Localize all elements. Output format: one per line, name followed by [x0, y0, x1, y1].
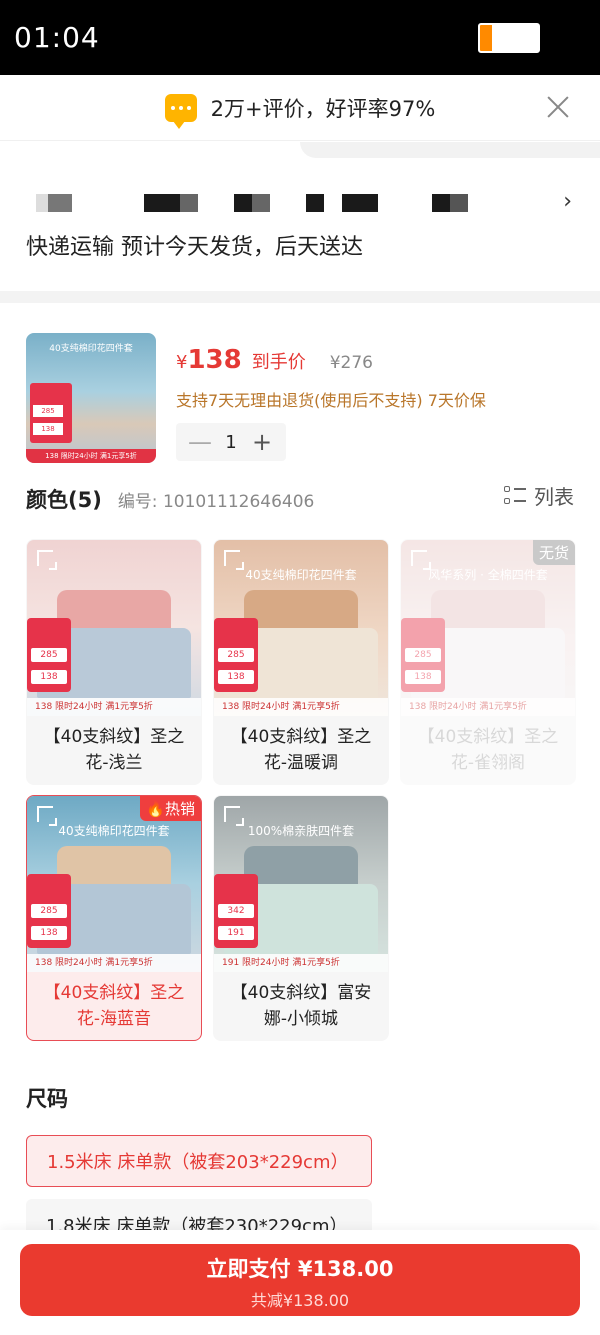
color-option-image: 风华系列 · 全棉四件套 285 138 138 限时24小时 满1元享5折: [401, 540, 575, 716]
color-option-label: 【40支斜纹】富安娜-小倾城: [230, 983, 372, 1029]
image-headline: 100%棉亲肤四件套: [247, 824, 355, 838]
shipping-estimate: 快递运输 预计今天发货，后天送达: [26, 235, 363, 260]
color-option-label: 【40支斜纹】圣之花-浅兰: [43, 727, 185, 773]
address-arrow-icon[interactable]: ›: [563, 189, 572, 214]
promo-tag: 285 138: [401, 618, 445, 692]
color-grid: 285 138 138 限时24小时 满1元享5折 【40支斜纹】圣之花-浅兰 …: [0, 539, 600, 1041]
list-icon: [504, 485, 526, 507]
product-code: 编号: 10101112646406: [117, 491, 315, 512]
product-thumbnail[interactable]: 40支纯棉印花四件套 285 138 138 限时24小时 满1元享5折: [26, 333, 156, 463]
section-divider: [0, 291, 600, 303]
quantity-stepper: — 1 +: [176, 423, 286, 461]
hot-sale-badge: 🔥热销: [140, 796, 201, 821]
quantity-value: 1: [225, 431, 237, 453]
color-option-card[interactable]: 100%棉亲肤四件套 342 191 191 限时24小时 满1元享5折 【40…: [213, 795, 389, 1041]
pay-button-label: 立即支付 ¥138.00: [206, 1257, 394, 1281]
price-row: ¥ 138 到手价 ¥276: [176, 345, 486, 375]
color-option-label: 【40支斜纹】圣之花-温暖调: [230, 727, 372, 773]
color-option-image: 40支纯棉印花四件套 285 138 138 限时24小时 满1元享5折: [214, 540, 388, 716]
thumb-promo-tag: 285 138: [30, 383, 72, 443]
pay-now-button[interactable]: 立即支付 ¥138.00 共减¥138.00: [20, 1244, 580, 1316]
size-title: 尺码: [26, 1087, 68, 1111]
status-bar: 01:04: [0, 0, 600, 75]
masked-address: [26, 191, 574, 215]
size-option-1-5m[interactable]: 1.5米床 床单款（被套203*229cm）: [26, 1135, 372, 1187]
bottom-bar: 立即支付 ¥138.00 共减¥138.00: [0, 1230, 600, 1335]
promo-strip: 138 限时24小时 满1元享5折: [401, 698, 575, 716]
address-section[interactable]: › 快递运输 预计今天发货，后天送达: [0, 141, 600, 291]
rating-text: 2万+评价，好评率97%: [210, 96, 436, 121]
clock: 01:04: [14, 21, 100, 54]
price-label: 到手价: [251, 352, 306, 373]
promo-tag: 285 138: [27, 874, 71, 948]
increase-quantity-button[interactable]: +: [248, 428, 276, 456]
final-price: 138: [187, 345, 242, 375]
list-view-toggle[interactable]: 列表: [504, 481, 574, 510]
original-price: ¥276: [329, 353, 373, 373]
rating-banner: 2万+评价，好评率97%: [0, 75, 600, 141]
color-option-card[interactable]: 40支纯棉印花四件套 285 138 138 限时24小时 满1元享5折 【40…: [26, 795, 202, 1041]
promo-tag: 342 191: [214, 874, 258, 948]
color-option-image: 285 138 138 限时24小时 满1元享5折: [27, 540, 201, 716]
image-headline: 风华系列 · 全棉四件套: [428, 568, 548, 582]
comment-bubble-icon: [164, 93, 197, 129]
image-headline: 40支纯棉印花四件套: [58, 824, 170, 838]
promo-tag: 285 138: [27, 618, 71, 692]
color-option-card[interactable]: 风华系列 · 全棉四件套 285 138 138 限时24小时 满1元享5折 【…: [400, 539, 576, 785]
promo-tag: 285 138: [214, 618, 258, 692]
return-policy: 支持7天无理由退货(使用后不支持) 7天价保: [176, 391, 486, 410]
promo-strip: 138 限时24小时 满1元享5折: [27, 698, 201, 716]
product-info: ¥ 138 到手价 ¥276 支持7天无理由退货(使用后不支持) 7天价保 — …: [176, 333, 486, 473]
color-header: 颜色(5) 编号: 10101112646406 列表: [0, 481, 600, 531]
product-summary: 40支纯棉印花四件套 285 138 138 限时24小时 满1元享5折 ¥ 1…: [0, 303, 600, 473]
pay-button-discount: 共减¥138.00: [250, 1291, 350, 1310]
thumb-title: 40支纯棉印花四件套: [49, 344, 133, 354]
close-icon[interactable]: [544, 93, 572, 121]
list-label: 列表: [534, 485, 574, 509]
promo-strip: 138 限时24小时 满1元享5折: [27, 954, 201, 972]
color-option-label: 【40支斜纹】圣之花-雀翎阁: [417, 727, 559, 773]
color-option-label: 【40支斜纹】圣之花-海蓝音: [43, 983, 185, 1029]
color-option-image: 100%棉亲肤四件套 342 191 191 限时24小时 满1元享5折: [214, 796, 388, 972]
promo-strip: 138 限时24小时 满1元享5折: [214, 698, 388, 716]
currency-symbol: ¥: [176, 352, 188, 373]
battery-icon: [478, 22, 540, 53]
color-option-image: 40支纯棉印花四件套 285 138 138 限时24小时 满1元享5折: [27, 796, 201, 972]
color-title: 颜色(5): [26, 487, 102, 512]
decrease-quantity-button[interactable]: —: [186, 428, 214, 456]
thumb-promo-bar: 138 限时24小时 满1元享5折: [26, 449, 156, 463]
color-option-card[interactable]: 40支纯棉印花四件套 285 138 138 限时24小时 满1元享5折 【40…: [213, 539, 389, 785]
image-headline: 40支纯棉印花四件套: [245, 568, 357, 582]
color-option-card[interactable]: 285 138 138 限时24小时 满1元享5折 【40支斜纹】圣之花-浅兰: [26, 539, 202, 785]
out-of-stock-badge: 无货: [532, 540, 575, 565]
battery-level: [480, 24, 492, 51]
promo-strip: 191 限时24小时 满1元享5折: [214, 954, 388, 972]
